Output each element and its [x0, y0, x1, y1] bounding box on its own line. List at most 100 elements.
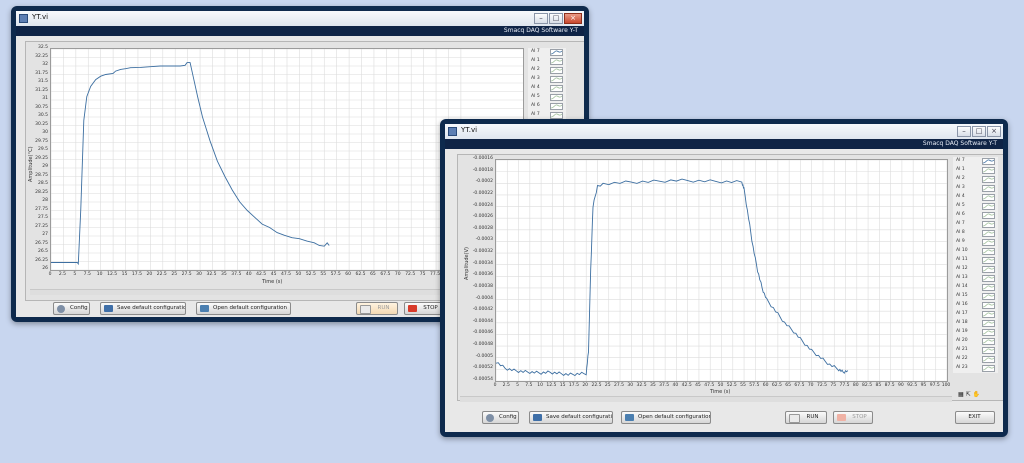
y-tick-label: -0.00028: [472, 225, 493, 231]
legend-item[interactable]: AI 1: [528, 57, 566, 66]
y-tick-label: 30.25: [35, 121, 48, 127]
x-tick-label: 55: [740, 383, 746, 388]
run-button[interactable]: RUN: [356, 302, 398, 315]
graph-palette-icon[interactable]: ▦ ⇱ ✋: [958, 391, 990, 399]
legend-swatch: [982, 239, 995, 246]
legend-swatch: [550, 76, 563, 83]
legend-item[interactable]: AI 8: [953, 229, 998, 238]
x-tick-label: 47.5: [280, 272, 292, 277]
x-tick-label: 5: [516, 383, 519, 388]
legend-item[interactable]: AI 7: [528, 48, 566, 57]
legend-item[interactable]: AI 19: [953, 328, 998, 337]
x-tick-label: 35: [649, 383, 656, 388]
legend-label: AI 18: [956, 320, 968, 325]
title-bar[interactable]: YT.vi – □ ×: [445, 124, 1003, 140]
x-tick-label: 62.5: [355, 272, 366, 277]
legend-item[interactable]: AI 20: [953, 337, 998, 346]
x-tick-label: 72.5: [405, 272, 416, 277]
waveform-plot[interactable]: [495, 159, 948, 382]
close-icon[interactable]: ×: [564, 13, 582, 24]
y-tick-label: 26.75: [35, 240, 48, 246]
x-tick-label: 27.5: [614, 383, 625, 388]
legend-item[interactable]: AI 2: [953, 175, 998, 184]
minimize-icon[interactable]: –: [534, 13, 548, 24]
title-bar[interactable]: YT.vi – □ ×: [16, 11, 584, 27]
legend-swatch: [982, 284, 995, 291]
legend-label: AI 13: [956, 275, 968, 280]
x-tick-label: 50: [295, 272, 302, 277]
legend-label: AI 11: [956, 257, 968, 262]
legend-item[interactable]: AI 4: [953, 193, 998, 202]
y-tick-label: 27.5: [37, 215, 48, 220]
maximize-icon[interactable]: □: [972, 126, 986, 137]
x-tick-label: 92.5: [907, 383, 918, 388]
exit-button[interactable]: EXIT: [955, 411, 995, 424]
plot-legend: AI 7 AI 1 AI 2 AI 3 AI 4 AI 5 AI 6 AI 7 AI 8 AI 9…: [953, 157, 998, 373]
legend-item[interactable]: AI 14: [953, 283, 998, 292]
legend-item[interactable]: AI 3: [528, 75, 566, 84]
save-config-button[interactable]: Save default configuration: [529, 411, 613, 424]
button-bar: Config Save default configuration Open d…: [445, 407, 1003, 429]
legend-item[interactable]: AI 10: [953, 247, 998, 256]
legend-item[interactable]: AI 13: [953, 274, 998, 283]
legend-label: AI 7: [956, 158, 965, 163]
legend-item[interactable]: AI 4: [528, 84, 566, 93]
y-tick-label: -0.0004: [475, 295, 493, 301]
close-icon[interactable]: ×: [987, 126, 1001, 137]
y-tick-label: -0.00032: [472, 249, 493, 255]
legend-item[interactable]: AI 2: [528, 66, 566, 75]
banner-text: Smacq DAQ Software Y-T: [922, 140, 997, 147]
legend-item[interactable]: AI 9: [953, 238, 998, 247]
y-tick-label: -0.00048: [472, 342, 493, 348]
legend-item[interactable]: AI 5: [528, 93, 566, 102]
x-tick-label: 17.5: [568, 383, 579, 388]
legend-item[interactable]: AI 7: [953, 220, 998, 229]
legend-item[interactable]: AI 6: [528, 102, 566, 111]
x-tick-label: 45: [270, 272, 277, 277]
legend-item[interactable]: AI 11: [953, 256, 998, 265]
x-tick-label: 75: [830, 383, 837, 388]
legend-item[interactable]: AI 7: [953, 157, 998, 166]
legend-item[interactable]: AI 6: [953, 211, 998, 220]
legend-item[interactable]: AI 21: [953, 346, 998, 355]
x-tick-label: 60: [345, 272, 351, 277]
save-config-button[interactable]: Save default configuration: [100, 302, 186, 315]
y-tick-label: -0.00038: [472, 283, 493, 289]
y-tick-label: -0.00034: [472, 260, 493, 266]
x-tick-label: 100: [941, 383, 951, 388]
legend-swatch: [550, 85, 563, 92]
stop-button[interactable]: STOP: [404, 302, 444, 315]
legend-item[interactable]: AI 16: [953, 301, 998, 310]
legend-item[interactable]: AI 18: [953, 319, 998, 328]
legend-item[interactable]: AI 1: [953, 166, 998, 175]
window-client-area: YT.vi – □ × Smacq DAQ Software Y-T -0.00…: [445, 124, 1003, 432]
maximize-icon[interactable]: □: [549, 13, 563, 24]
horizontal-scrollbar[interactable]: [460, 396, 952, 402]
open-config-button[interactable]: Open default configuration: [196, 302, 291, 315]
x-axis-label: Time (s): [710, 389, 731, 395]
legend-item[interactable]: AI 17: [953, 310, 998, 319]
open-config-button[interactable]: Open default configuration: [621, 411, 711, 424]
legend-swatch: [550, 58, 563, 65]
y-tick-label: 28.25: [35, 189, 48, 195]
legend-label: AI 23: [956, 365, 968, 370]
minimize-icon[interactable]: –: [957, 126, 971, 137]
config-button[interactable]: Config: [482, 411, 519, 424]
legend-item[interactable]: AI 3: [953, 184, 998, 193]
x-tick-label: 30: [196, 272, 202, 277]
legend-item[interactable]: AI 15: [953, 292, 998, 301]
y-tick-label: 26.25: [35, 257, 48, 263]
legend-item[interactable]: AI 22: [953, 355, 998, 364]
y-tick-label: 28.75: [35, 172, 48, 178]
legend-item[interactable]: AI 5: [953, 202, 998, 211]
x-tick-label: 70: [807, 383, 814, 388]
x-tick-label: 2.5: [502, 383, 510, 388]
y-tick-label: 29.75: [35, 138, 48, 144]
legend-swatch: [982, 212, 995, 219]
legend-item[interactable]: AI 12: [953, 265, 998, 274]
run-button[interactable]: RUN: [785, 411, 827, 424]
legend-item[interactable]: AI 23: [953, 364, 998, 373]
legend-swatch: [550, 103, 563, 110]
config-button[interactable]: Config: [53, 302, 90, 315]
legend-label: AI 7: [531, 112, 540, 117]
